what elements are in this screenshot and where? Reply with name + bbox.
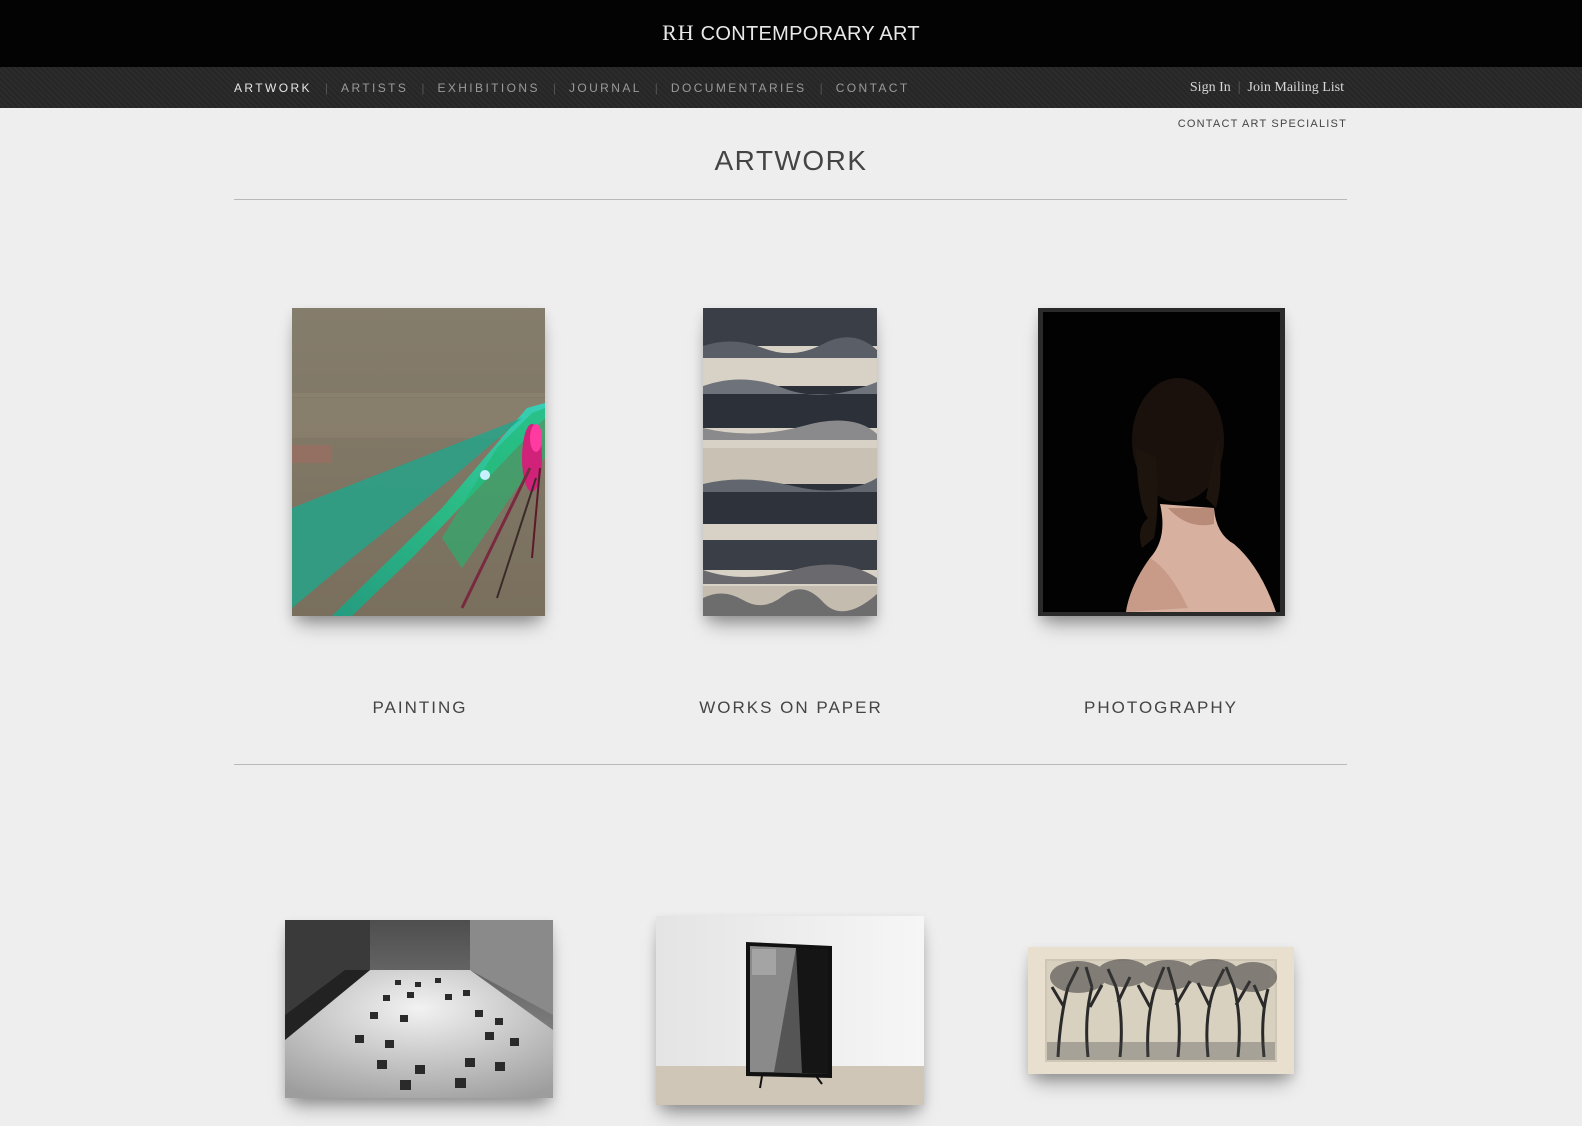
works-on-paper-artwork-image[interactable]: [703, 308, 877, 616]
account-links: Sign In | Join Mailing List: [1190, 67, 1344, 108]
painting-artwork-image[interactable]: [292, 308, 545, 616]
top-bar: RH CONTEMPORARY ART: [0, 0, 1582, 67]
nav-item-exhibitions[interactable]: EXHIBITIONS: [437, 81, 539, 95]
main-nav: ARTWORK | ARTISTS | EXHIBITIONS | JOURNA…: [0, 67, 1582, 108]
divider: [234, 199, 1347, 200]
nav-separator: |: [324, 80, 329, 95]
installation-artwork-image[interactable]: [285, 920, 553, 1098]
nav-item-journal[interactable]: JOURNAL: [569, 81, 642, 95]
nav-separator: |: [421, 80, 425, 95]
photography-artwork-image[interactable]: [1038, 308, 1285, 616]
installation-artwork-graphic: [285, 920, 553, 1098]
account-separator: |: [1237, 79, 1241, 95]
divider: [234, 764, 1347, 765]
nav-separator: |: [552, 80, 556, 95]
category-photography-label[interactable]: PHOTOGRAPHY: [975, 698, 1347, 718]
nav-separator: |: [654, 80, 658, 95]
brand-logo[interactable]: RH CONTEMPORARY ART: [0, 20, 1582, 46]
painting-artwork-graphic: [292, 308, 545, 616]
page-title: ARTWORK: [714, 145, 868, 176]
category-painting-label[interactable]: PAINTING: [234, 698, 606, 718]
join-mailing-list-link[interactable]: Join Mailing List: [1248, 80, 1344, 96]
brand-name: CONTEMPORARY ART: [700, 23, 920, 45]
nav-item-artwork[interactable]: ARTWORK: [234, 81, 312, 95]
sculpture-artwork-graphic: [656, 916, 924, 1105]
print-artwork-graphic: [1028, 947, 1294, 1074]
nav-item-documentaries[interactable]: DOCUMENTARIES: [671, 81, 807, 95]
nav-separator: |: [819, 80, 823, 95]
print-artwork-image[interactable]: [1028, 947, 1294, 1074]
contact-art-specialist-link[interactable]: CONTACT ART SPECIALIST: [1178, 118, 1347, 130]
nav-menu: ARTWORK | ARTISTS | EXHIBITIONS | JOURNA…: [234, 67, 910, 108]
works-on-paper-artwork-graphic: [703, 308, 877, 616]
sculpture-artwork-image[interactable]: [656, 916, 924, 1105]
category-works-on-paper-label[interactable]: WORKS ON PAPER: [605, 698, 977, 718]
nav-item-contact[interactable]: CONTACT: [836, 81, 910, 95]
sign-in-link[interactable]: Sign In: [1190, 80, 1231, 96]
nav-item-artists[interactable]: ARTISTS: [341, 81, 408, 95]
brand-mark: RH: [662, 20, 695, 45]
photography-artwork-graphic: [1038, 308, 1285, 616]
